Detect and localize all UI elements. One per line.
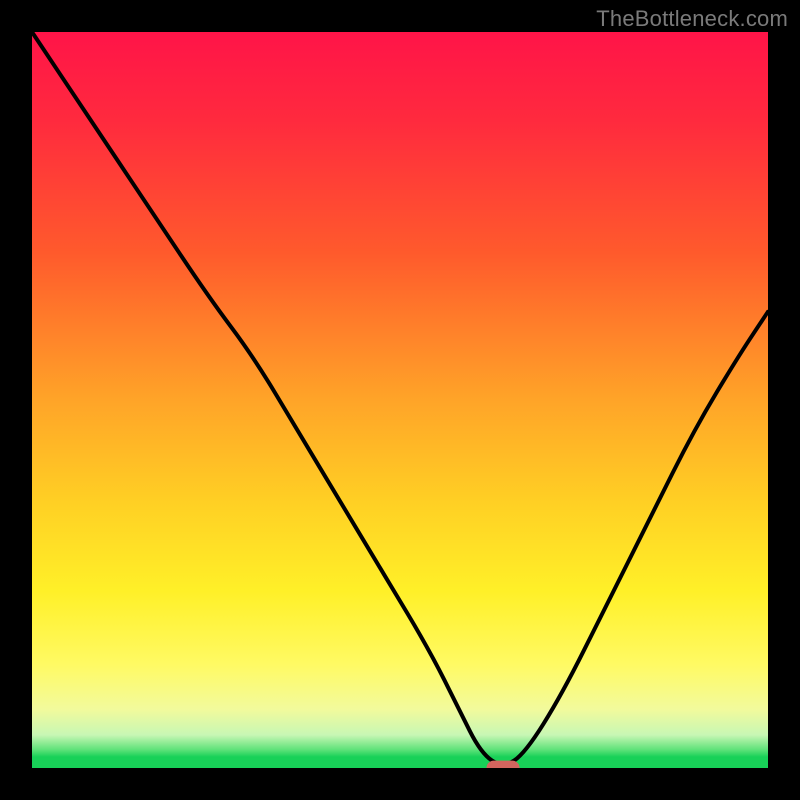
bottleneck-curve: [32, 32, 768, 764]
optimum-marker: [487, 761, 520, 768]
watermark-text: TheBottleneck.com: [596, 6, 788, 32]
plot-area: [32, 32, 768, 768]
chart-svg: [32, 32, 768, 768]
chart-frame: TheBottleneck.com: [0, 0, 800, 800]
